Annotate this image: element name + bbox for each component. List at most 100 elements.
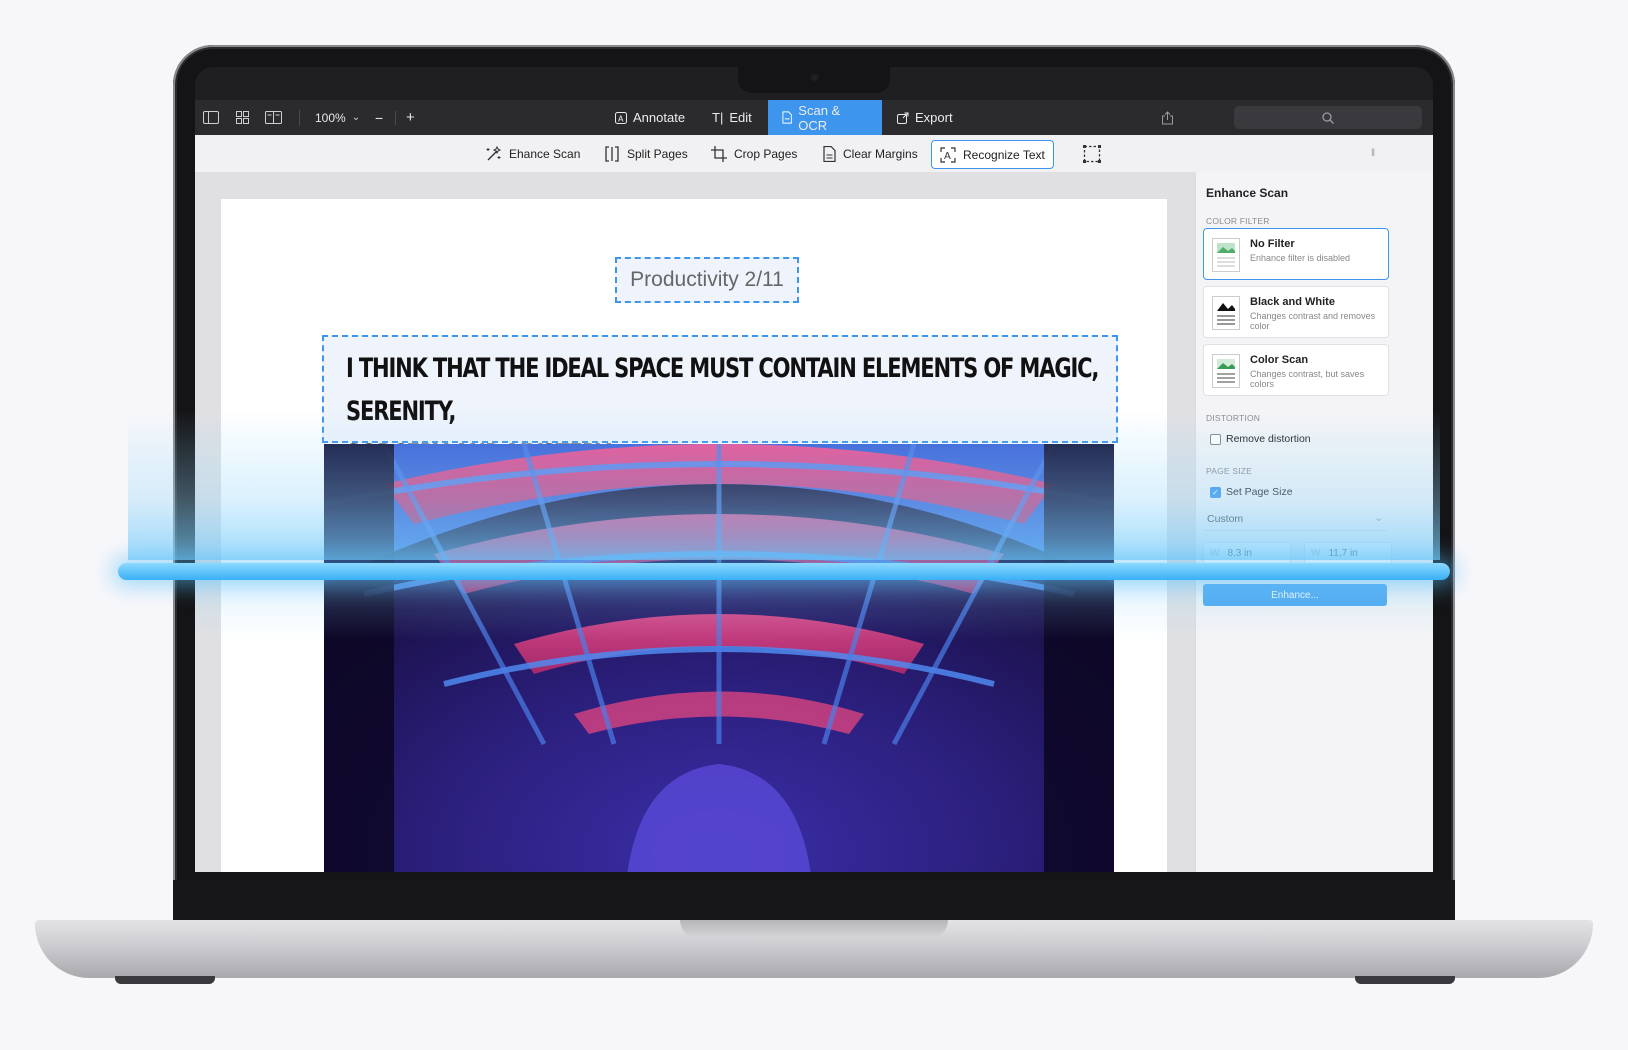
tab-annotate-label: Annotate: [633, 110, 686, 125]
remove-distortion-label: Remove distortion: [1226, 433, 1311, 445]
camera-notch: [738, 67, 890, 93]
text-cursor-icon: T|: [712, 110, 724, 125]
scan-line-bar: [118, 563, 1450, 580]
laptop-foot-right: [1355, 976, 1455, 984]
page-size-value: Custom: [1207, 513, 1244, 525]
color-scan-thumbnail-icon: [1212, 354, 1240, 388]
height-value: 11,7 in: [1328, 547, 1358, 559]
share-button[interactable]: [1161, 100, 1174, 135]
tab-export-label: Export: [915, 110, 953, 125]
checkbox-checked-icon: ✓: [1210, 486, 1221, 498]
two-page-view-button[interactable]: [265, 100, 282, 135]
enhance-scan-button[interactable]: Ehance Scan: [478, 140, 588, 167]
tab-edit[interactable]: T| Edit: [698, 100, 766, 135]
zoom-out-label: −: [375, 109, 384, 126]
chevron-down-icon: ⌄: [1374, 512, 1383, 524]
enhance-scan-panel: Enhance Scan COLOR FILTER No Filter Enha…: [1195, 172, 1433, 872]
quote-line-1: I think that the ideal space must contai…: [346, 353, 1099, 427]
scan-ocr-toolbar: Ehance Scan Split Pages Crop Pages Clear…: [195, 135, 1433, 173]
app-window: 100% ⌄ − + A Annotate T| Edit Scan & OCR…: [195, 67, 1433, 872]
tab-export[interactable]: Export: [883, 100, 967, 135]
distortion-heading: DISTORTION: [1206, 413, 1261, 423]
laptop-base: [35, 920, 1593, 978]
split-icon: [605, 145, 619, 162]
crop-pages-button[interactable]: Crop Pages: [703, 140, 805, 167]
two-page-icon: [265, 111, 282, 124]
clear-margins-label: Clear Margins: [843, 146, 918, 161]
grid-icon: [236, 111, 249, 124]
camera-icon: [810, 73, 819, 82]
enhance-scan-label: Ehance Scan: [509, 146, 581, 161]
page-icon: [823, 145, 836, 162]
zoom-out-button[interactable]: −: [375, 100, 383, 135]
laptop-chin: [173, 880, 1455, 920]
clear-margins-button[interactable]: Clear Margins: [815, 140, 926, 167]
selection-tool-button[interactable]: [1075, 140, 1109, 167]
width-value: 8,3 in: [1227, 547, 1252, 559]
recognize-text-button[interactable]: A Recognize Text: [931, 140, 1054, 169]
document-page: Productivity 2/11 I think that the ideal…: [221, 199, 1167, 872]
height-field[interactable]: W 11,7 in: [1304, 542, 1392, 564]
page-size-heading: PAGE SIZE: [1206, 466, 1253, 476]
annotate-icon: A: [615, 111, 627, 124]
share-icon: [1162, 110, 1173, 124]
svg-text:A: A: [618, 114, 624, 123]
set-page-size-label: Set Page Size: [1226, 486, 1293, 498]
tab-edit-label: Edit: [729, 110, 752, 125]
recognized-title-block[interactable]: Productivity 2/11: [615, 257, 799, 303]
filter-description: Changes contrast, but saves colors: [1250, 369, 1365, 389]
search-icon: [1322, 111, 1334, 124]
marquee-icon: [1083, 144, 1101, 163]
zoom-value: 100%: [315, 110, 346, 125]
color-thumbnail-icon: [1212, 238, 1240, 272]
main-toolbar: 100% ⌄ − + A Annotate T| Edit Scan & OCR…: [195, 100, 1433, 135]
document-canvas: Productivity 2/11 I think that the ideal…: [195, 172, 1195, 872]
tab-annotate[interactable]: A Annotate: [601, 100, 699, 135]
zoom-select[interactable]: 100% ⌄: [315, 100, 360, 135]
laptop-foot-left: [115, 976, 215, 984]
checkbox-unchecked-icon: [1210, 433, 1221, 445]
filter-option-no-filter[interactable]: No Filter Enhance filter is disabled: [1203, 228, 1389, 280]
chevron-down-icon: ⌄: [351, 112, 361, 123]
filter-name: No Filter: [1250, 238, 1295, 250]
filter-option-black-white[interactable]: Black and White Changes contrast and rem…: [1203, 286, 1389, 338]
recognized-quote-block[interactable]: I think that the ideal space must contai…: [322, 335, 1118, 470]
crop-pages-label: Crop Pages: [734, 146, 798, 161]
sidebar-toggle-button[interactable]: [203, 100, 219, 135]
color-filter-heading: COLOR FILTER: [1206, 216, 1270, 226]
tab-scan-ocr[interactable]: Scan & OCR: [768, 100, 882, 135]
opening-notch: [680, 920, 948, 938]
page-title: Productivity 2/11: [630, 268, 784, 291]
width-field[interactable]: W 8,3 in: [1203, 542, 1291, 564]
page-size-select[interactable]: Custom ⌄: [1203, 510, 1387, 531]
scan-document-icon: [782, 111, 792, 124]
arched-hall-photo: [324, 444, 1114, 872]
enhance-button[interactable]: Enhance...: [1203, 584, 1387, 606]
magic-wand-icon: [486, 145, 502, 160]
filter-name: Color Scan: [1250, 354, 1309, 366]
width-field-label: W: [1210, 547, 1220, 559]
split-pages-label: Split Pages: [627, 146, 688, 161]
filter-option-color-scan[interactable]: Color Scan Changes contrast, but saves c…: [1203, 344, 1389, 396]
filter-name: Black and White: [1250, 296, 1335, 308]
remove-distortion-checkbox[interactable]: Remove distortion: [1210, 433, 1311, 445]
zoom-in-button[interactable]: +: [406, 100, 415, 135]
panel-title: Enhance Scan: [1206, 186, 1289, 200]
zoom-in-label: +: [406, 109, 415, 126]
set-page-size-checkbox[interactable]: ✓ Set Page Size: [1210, 486, 1293, 498]
ocr-icon: A: [940, 146, 956, 163]
height-field-label: W: [1311, 547, 1321, 559]
bw-thumbnail-icon: [1212, 296, 1240, 330]
search-input[interactable]: [1234, 106, 1422, 129]
filter-description: Changes contrast and removes color: [1250, 311, 1376, 331]
sidebar-icon: [203, 111, 219, 124]
tab-scan-ocr-label: Scan & OCR: [798, 102, 841, 133]
split-pages-button[interactable]: Split Pages: [596, 140, 696, 167]
filter-description: Enhance filter is disabled: [1250, 253, 1351, 263]
panel-toggle-handle[interactable]: ‖: [1363, 140, 1383, 167]
export-icon: [897, 112, 909, 124]
photo-illustration: [324, 444, 1114, 872]
svg-text:A: A: [944, 151, 951, 162]
crop-icon: [711, 145, 727, 162]
grid-view-button[interactable]: [236, 100, 249, 135]
